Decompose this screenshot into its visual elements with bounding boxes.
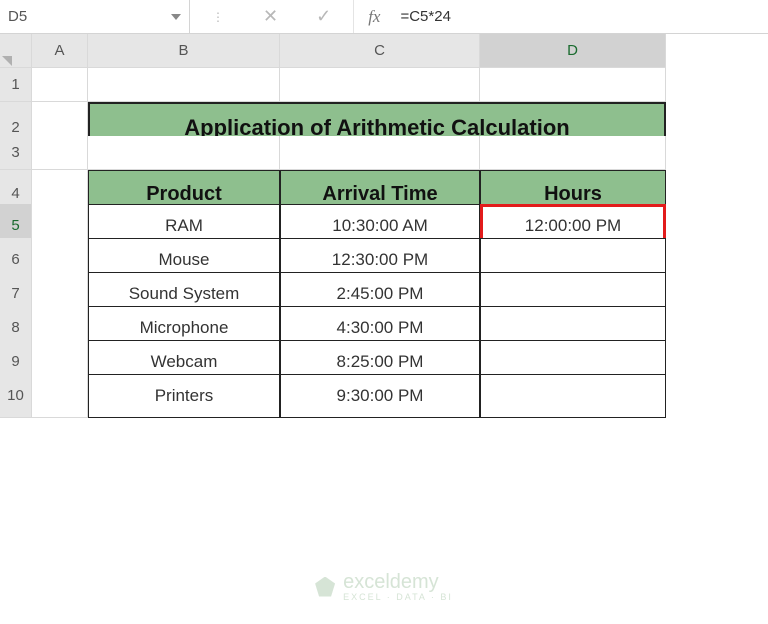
cell-B1[interactable] <box>88 68 280 102</box>
watermark-name: exceldemy <box>343 571 439 593</box>
spreadsheet-grid[interactable]: A B C D 1 2 Application of Arithmetic Ca… <box>0 34 768 408</box>
cell-D1[interactable] <box>480 68 666 102</box>
row-header-1[interactable]: 1 <box>0 68 32 102</box>
name-box-value: D5 <box>8 8 171 25</box>
cancel-icon[interactable]: ✕ <box>263 6 278 27</box>
col-header-A[interactable]: A <box>32 34 88 68</box>
cell-D10[interactable] <box>480 374 666 418</box>
cell-A3[interactable] <box>32 136 88 170</box>
col-header-B[interactable]: B <box>88 34 280 68</box>
formula-input[interactable]: =C5*24 <box>394 8 768 25</box>
fx-icon[interactable]: fx <box>354 7 394 27</box>
col-header-D[interactable]: D <box>480 34 666 68</box>
cell-C3[interactable] <box>280 136 480 170</box>
select-all-icon <box>2 56 12 66</box>
chevron-down-icon[interactable] <box>171 14 181 20</box>
cell-C1[interactable] <box>280 68 480 102</box>
logo-icon <box>315 577 335 597</box>
cell-B10[interactable]: Printers <box>88 374 280 418</box>
cell-A10[interactable] <box>32 374 88 418</box>
enter-icon[interactable]: ✓ <box>316 6 331 27</box>
col-header-C[interactable]: C <box>280 34 480 68</box>
watermark-text: exceldemy EXCEL · DATA · BI <box>343 571 453 602</box>
select-all-corner[interactable] <box>0 34 32 68</box>
cell-C10[interactable]: 9:30:00 PM <box>280 374 480 418</box>
watermark: exceldemy EXCEL · DATA · BI <box>315 571 453 602</box>
name-box[interactable]: D5 <box>0 0 190 33</box>
cell-A1[interactable] <box>32 68 88 102</box>
formula-bar-buttons: ⋮ ✕ ✓ <box>190 0 354 33</box>
formula-bar: D5 ⋮ ✕ ✓ fx =C5*24 <box>0 0 768 34</box>
cell-D3[interactable] <box>480 136 666 170</box>
row-header-3[interactable]: 3 <box>0 136 32 170</box>
watermark-sub: EXCEL · DATA · BI <box>343 592 453 602</box>
row-header-10[interactable]: 10 <box>0 374 32 418</box>
dots-icon: ⋮ <box>212 10 225 24</box>
cell-B3[interactable] <box>88 136 280 170</box>
